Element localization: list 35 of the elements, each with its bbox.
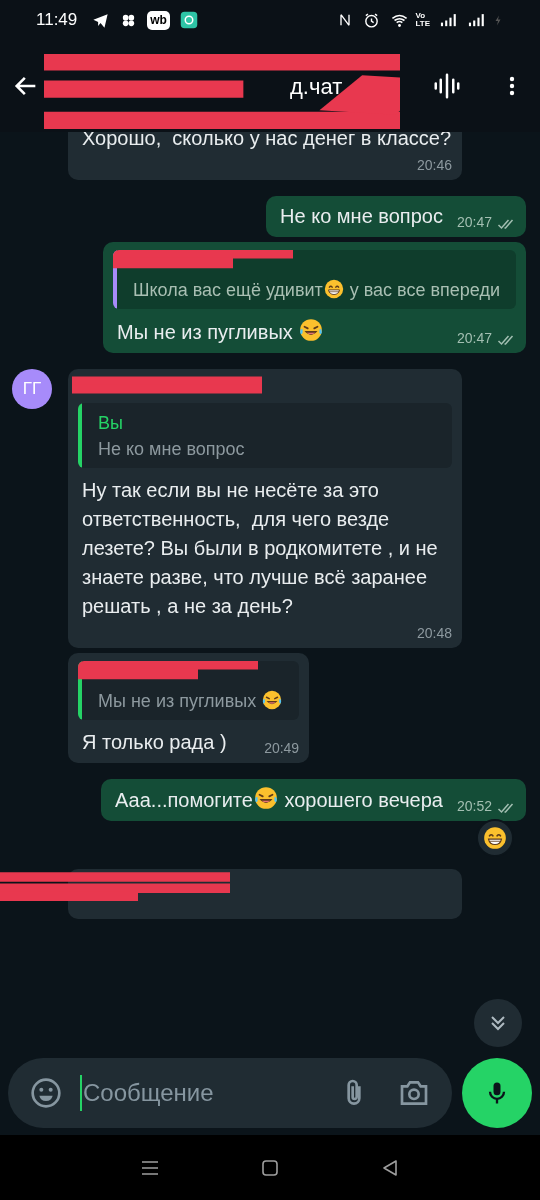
grinning-face-icon bbox=[322, 278, 345, 300]
laughing-face-icon bbox=[298, 317, 325, 343]
network-label: LTE bbox=[415, 20, 430, 28]
emoji-icon[interactable] bbox=[30, 1077, 62, 1109]
message-text: Мы не из пугливых bbox=[113, 317, 325, 347]
scroll-down-button[interactable] bbox=[474, 999, 522, 1047]
message-text: Ааа...помогите хорошего вечера bbox=[111, 785, 443, 815]
message-input[interactable]: Сообщение bbox=[80, 1075, 338, 1111]
signal-icon bbox=[438, 11, 458, 29]
message-text: Не ко мне вопрос bbox=[279, 204, 443, 229]
quoted-text: Не ко мне вопрос bbox=[98, 438, 245, 461]
message-time: 20:52 bbox=[456, 797, 492, 816]
app-icon bbox=[179, 11, 198, 29]
message-time: 20:48 bbox=[416, 624, 452, 643]
message-input-field[interactable]: Сообщение bbox=[8, 1058, 452, 1128]
message-text: Я только рада ) bbox=[81, 730, 227, 755]
message-time: 20:46 bbox=[416, 156, 452, 175]
voice-chat-icon[interactable] bbox=[432, 71, 462, 101]
laughing-face-icon bbox=[261, 689, 284, 711]
quoted-text: Школа вас ещё удивит у вас все впереди bbox=[133, 278, 500, 302]
quoted-text: Мы не из пугливых bbox=[98, 689, 284, 714]
quote-author: Вы bbox=[98, 412, 124, 435]
laughing-face-icon bbox=[252, 785, 279, 811]
app-badge: wb bbox=[147, 10, 170, 30]
alarm-icon bbox=[363, 11, 381, 29]
avatar: ГГ bbox=[12, 369, 52, 409]
signal-icon bbox=[466, 11, 486, 29]
message-text: Ну так если вы не несёте за это ответственность, для чего везде лезете? Вы были в родкомитете , и не знаете разве, что лучше всё заранее решать , а не за день? bbox=[81, 478, 439, 619]
network-label: Vo bbox=[415, 12, 427, 20]
message-time: 20:49 bbox=[264, 739, 300, 758]
message-time: 20:47 bbox=[456, 329, 492, 348]
chat-title: д.чат bbox=[290, 72, 343, 101]
grinning-face-icon bbox=[482, 825, 508, 851]
message-time: 20:47 bbox=[456, 213, 492, 232]
status-time: 11:49 bbox=[36, 9, 78, 32]
